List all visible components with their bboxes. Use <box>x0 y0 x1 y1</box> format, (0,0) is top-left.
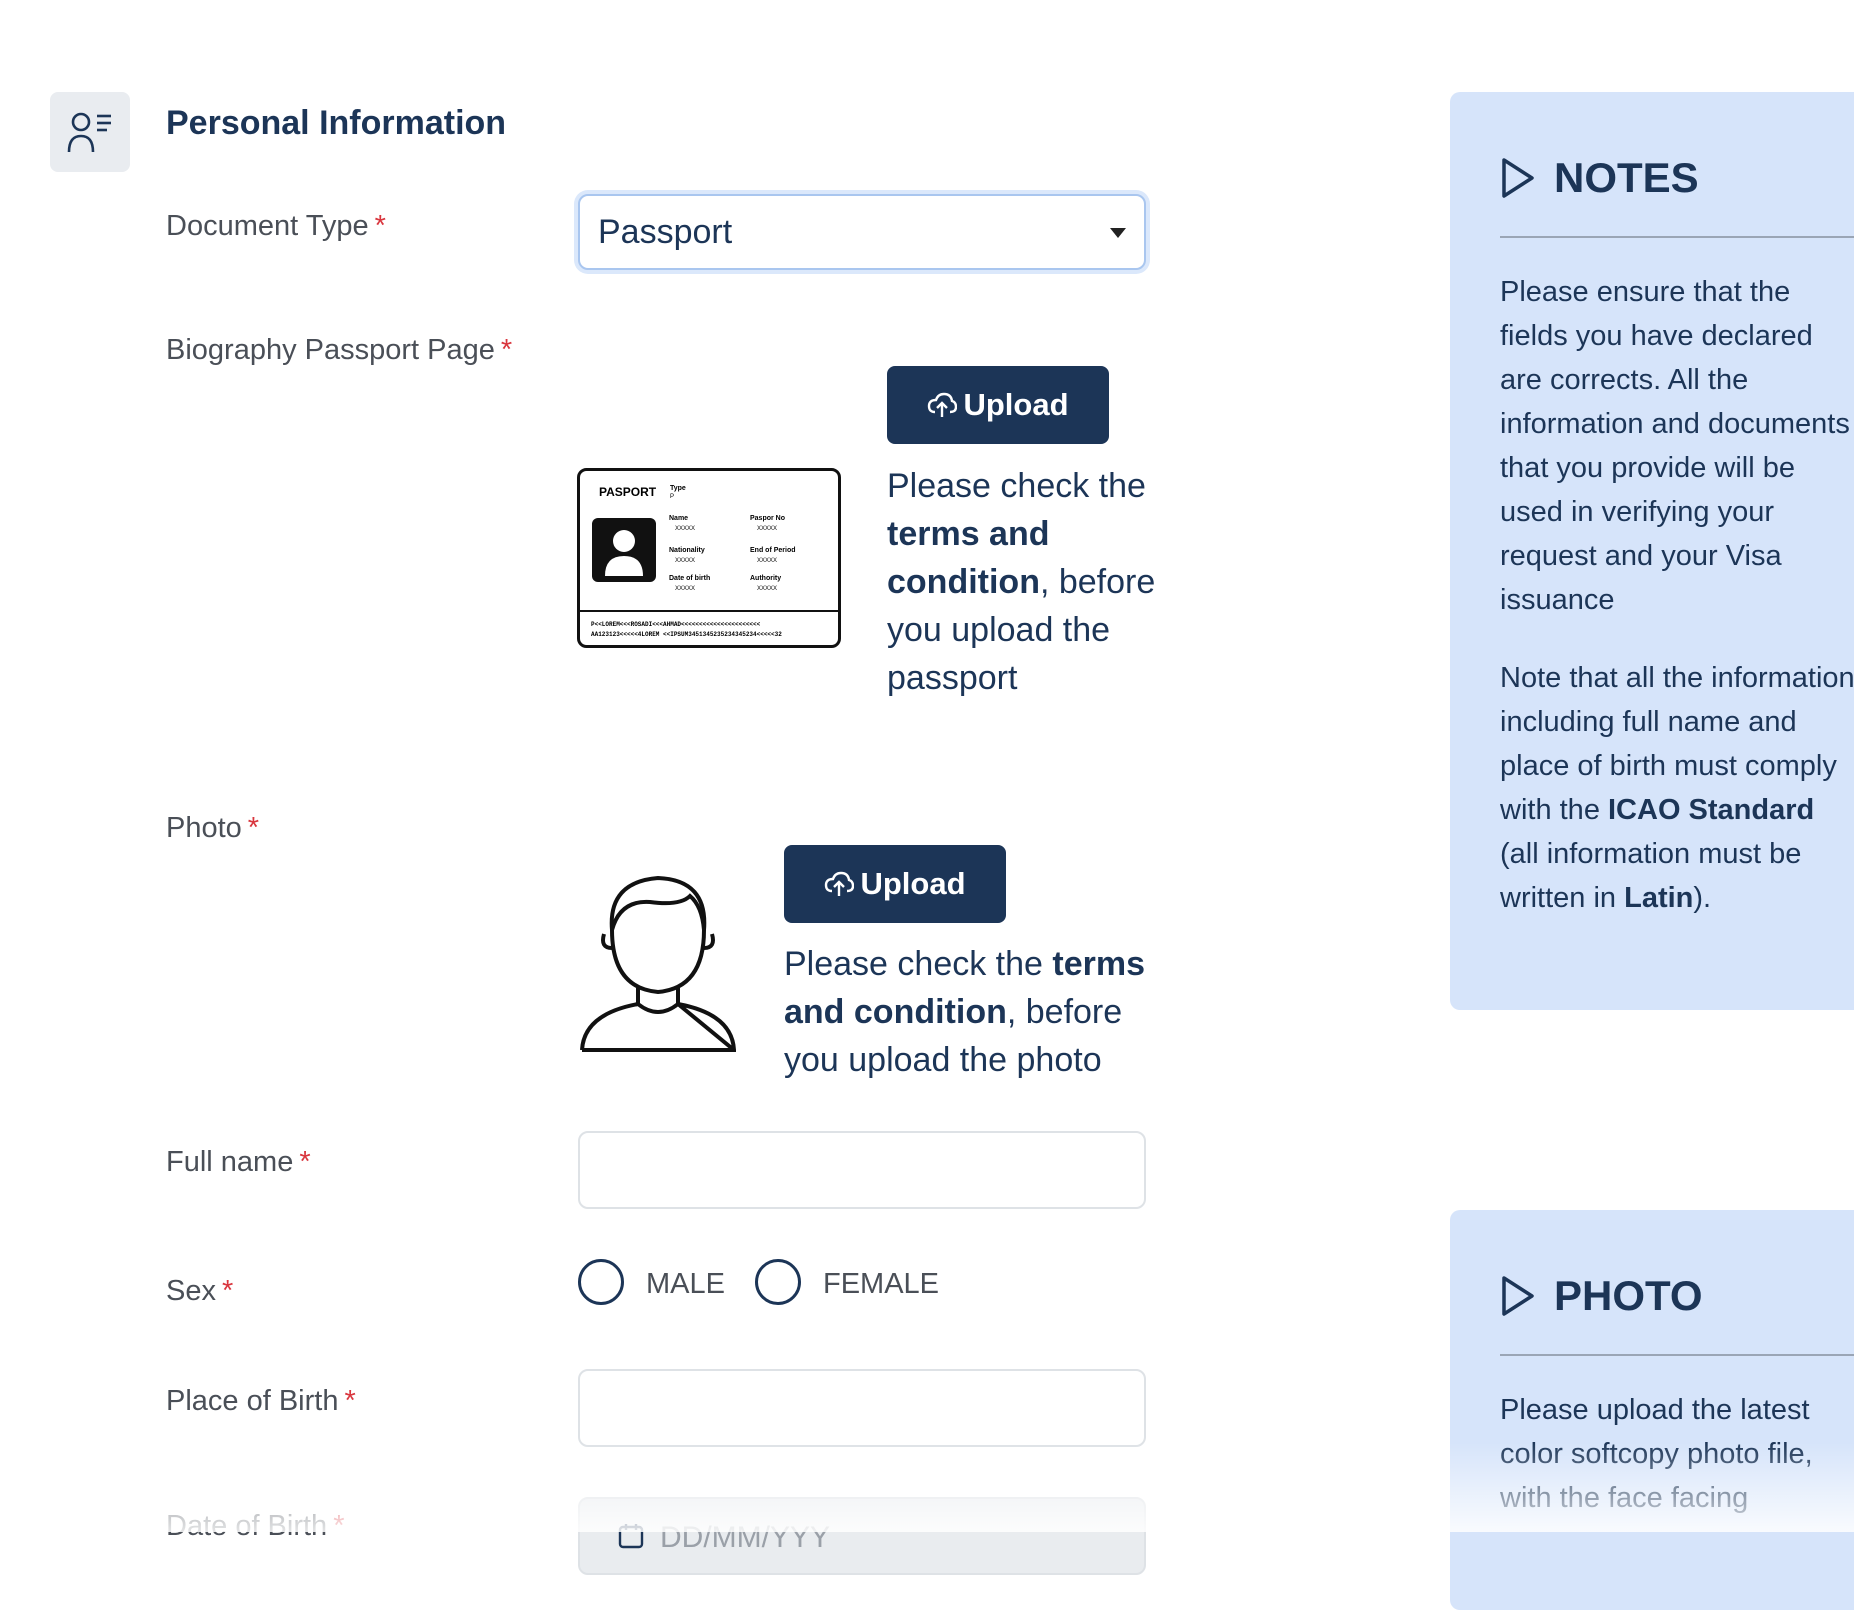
notes-paragraph-2: Note that all the information including … <box>1500 662 1854 914</box>
sex-label: Sex * <box>166 1275 234 1307</box>
biography-label: Biography Passport Page * <box>166 334 513 366</box>
user-list-icon <box>67 112 111 153</box>
svg-text:Date of birth: Date of birth <box>669 575 710 582</box>
photo-upload-hint: Please check the terms and condition, be… <box>784 945 1145 1079</box>
svg-text:Name: Name <box>669 515 688 522</box>
caret-down-icon <box>1110 228 1126 238</box>
passport-upload-hint: Please check the terms and condition, be… <box>887 467 1156 697</box>
play-triangle-icon <box>1502 158 1534 198</box>
photo-panel-text: Please upload the latest color softcopy … <box>1500 1394 1813 1514</box>
personal-info-icon <box>50 92 130 172</box>
passport-card-title: PASPORT <box>599 485 657 499</box>
svg-text:XXXXX: XXXXX <box>757 558 777 564</box>
notes-panel: NOTES Please ensure that the fields you … <box>1450 92 1854 1010</box>
sex-female-radio[interactable] <box>755 1259 801 1305</box>
document-type-select[interactable]: Passport <box>578 194 1146 270</box>
date-of-birth-label: Date of Birth * <box>166 1510 345 1542</box>
required-marker: * <box>333 1510 345 1542</box>
svg-text:Type: Type <box>670 485 686 492</box>
svg-text:Nationality: Nationality <box>669 547 705 554</box>
sex-male-radio[interactable] <box>578 1259 624 1305</box>
notes-title: NOTES <box>1554 154 1699 201</box>
terms-link[interactable]: terms and condition <box>887 515 1050 601</box>
photo-notes-panel: PHOTO Please upload the latest color sof… <box>1450 1210 1854 1610</box>
place-of-birth-label: Place of Birth * <box>166 1385 356 1417</box>
svg-text:XXXXX: XXXXX <box>675 558 695 564</box>
svg-text:AA123123<<<<<4LOREM <<IPSUM345: AA123123<<<<<4LOREM <<IPSUM3451345235234… <box>591 631 782 638</box>
upload-label: Upload <box>860 866 966 901</box>
photo-panel-divider <box>1500 1354 1854 1356</box>
person-avatar-icon <box>580 875 736 1052</box>
calendar-icon <box>618 1524 644 1549</box>
cloud-upload-icon <box>928 392 958 417</box>
required-marker: * <box>344 1385 356 1417</box>
passport-sample-image: PASPORT Type P Name XXXXX Paspor No XXXX… <box>577 468 841 648</box>
svg-text:Paspor No: Paspor No <box>750 515 785 522</box>
document-type-value: Passport <box>598 212 733 251</box>
full-name-input[interactable] <box>578 1131 1146 1209</box>
date-of-birth-input[interactable]: DD/MM/YYY <box>578 1497 1146 1575</box>
notes-paragraph-1: Please ensure that the fields you have d… <box>1500 276 1850 616</box>
document-type-label: Document Type * <box>166 210 386 242</box>
cloud-upload-icon <box>825 871 855 896</box>
photo-heading: PHOTO <box>1500 1272 1703 1320</box>
sex-male-label[interactable]: MALE <box>646 1268 725 1301</box>
required-marker: * <box>500 334 513 366</box>
svg-text:XXXXX: XXXXX <box>675 586 695 592</box>
svg-text:XXXXX: XXXXX <box>675 526 695 532</box>
notes-heading: NOTES <box>1500 154 1699 202</box>
svg-text:End of Period: End of Period <box>750 547 796 554</box>
required-marker: * <box>221 1275 234 1307</box>
svg-text:Authority: Authority <box>750 575 781 582</box>
photo-panel-title: PHOTO <box>1554 1272 1703 1319</box>
passport-upload-button[interactable]: Upload <box>887 366 1109 444</box>
play-triangle-icon <box>1502 1276 1534 1316</box>
section-title: Personal Information <box>166 104 507 142</box>
full-name-label: Full name * <box>166 1146 311 1178</box>
required-marker: * <box>299 1146 311 1178</box>
notes-divider <box>1500 236 1854 238</box>
photo-label: Photo * <box>166 812 260 844</box>
required-marker: * <box>374 210 386 242</box>
sex-female-label[interactable]: FEMALE <box>823 1268 939 1301</box>
svg-text:XXXXX: XXXXX <box>757 586 777 592</box>
place-of-birth-input[interactable] <box>578 1369 1146 1447</box>
photo-upload-button[interactable]: Upload <box>784 845 1006 923</box>
required-marker: * <box>247 812 260 844</box>
date-of-birth-placeholder: DD/MM/YYY <box>660 1521 831 1554</box>
svg-text:P: P <box>670 494 674 500</box>
svg-text:P<<LOREM<<<ROSADI<<<AHMAD<<<<<: P<<LOREM<<<ROSADI<<<AHMAD<<<<<<<<<<<<<<<… <box>591 621 761 628</box>
upload-label: Upload <box>963 387 1069 422</box>
svg-text:XXXXX: XXXXX <box>757 526 777 532</box>
